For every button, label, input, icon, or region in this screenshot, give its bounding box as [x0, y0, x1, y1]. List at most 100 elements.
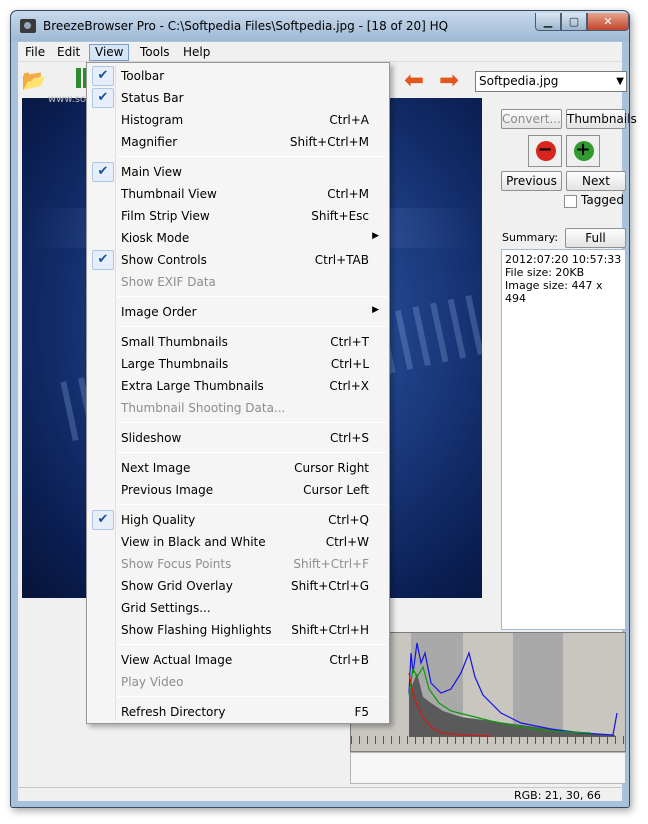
rotate-left-button[interactable]: − — [528, 135, 562, 167]
menu-show-controls[interactable]: ✔ Show Controls Ctrl+TAB — [89, 249, 387, 271]
menu-previous-image[interactable]: Previous Image Cursor Left — [89, 479, 387, 501]
menu-item-shortcut: Ctrl+Q — [328, 513, 369, 527]
menu-high-quality[interactable]: ✔ High Quality Ctrl+Q — [89, 509, 387, 531]
menu-separator — [117, 504, 387, 505]
menu-separator — [117, 696, 387, 697]
menu-item-label: Small Thumbnails — [121, 335, 228, 349]
check-icon: ✔ — [92, 510, 114, 530]
summary-file-size: File size: 20KB — [505, 266, 585, 279]
open-folder-icon[interactable]: 📂 — [21, 68, 47, 92]
summary-date: 2012:07:20 10:57:33 — [505, 253, 622, 266]
menu-separator — [117, 452, 387, 453]
menu-edit[interactable]: Edit — [52, 44, 85, 61]
menu-item-label: Show EXIF Data — [121, 275, 216, 289]
menu-thumbnail-shooting-data: Thumbnail Shooting Data... — [89, 397, 387, 419]
summary-label: Summary: — [502, 231, 559, 244]
rotate-right-symbol: + — [575, 139, 591, 160]
menu-tools[interactable]: Tools — [135, 44, 175, 61]
menu-item-shortcut: Cursor Right — [294, 461, 369, 475]
menu-status-bar[interactable]: ✔ Status Bar — [89, 87, 387, 109]
menu-item-shortcut: Shift+Ctrl+H — [291, 623, 369, 637]
menu-file[interactable]: File — [20, 44, 50, 61]
histogram-panel — [350, 632, 626, 752]
menu-view-actual-image[interactable]: View Actual Image Ctrl+B — [89, 649, 387, 671]
menu-item-label: Thumbnail View — [121, 187, 217, 201]
next-arrow-icon[interactable]: ➡ — [436, 68, 462, 92]
menu-histogram[interactable]: Histogram Ctrl+A — [89, 109, 387, 131]
menu-item-label: Extra Large Thumbnails — [121, 379, 264, 393]
menu-show-grid-overlay[interactable]: Show Grid Overlay Shift+Ctrl+G — [89, 575, 387, 597]
menu-item-label: Show Grid Overlay — [121, 579, 233, 593]
title-bar[interactable]: BreezeBrowser Pro - C:\Softpedia Files\S… — [11, 11, 629, 41]
menu-item-label: Main View — [121, 165, 182, 179]
menu-refresh-directory[interactable]: Refresh Directory F5 — [89, 701, 387, 723]
camera-icon — [20, 19, 36, 33]
submenu-arrow-icon: ▶ — [372, 231, 379, 241]
menu-grid-settings[interactable]: Grid Settings... — [89, 597, 387, 619]
menu-item-shortcut: F5 — [354, 705, 369, 719]
menu-item-label: High Quality — [121, 513, 196, 527]
previous-arrow-icon[interactable]: ⬅ — [401, 68, 427, 92]
full-details-button[interactable]: Full Details — [565, 228, 626, 263]
menu-magnifier[interactable]: Magnifier Shift+Ctrl+M — [89, 131, 387, 153]
summary-panel: 2012:07:20 10:57:33 File size: 20KB Imag… — [501, 249, 626, 630]
histogram-graph — [408, 642, 618, 737]
menu-item-shortcut: Shift+Ctrl+F — [293, 557, 369, 571]
menu-view[interactable]: View — [89, 44, 130, 61]
minimize-button[interactable]: ▁ — [535, 13, 561, 31]
menu-item-label: Show Controls — [121, 253, 207, 267]
menu-show-focus-points: Show Focus Points Shift+Ctrl+F — [89, 553, 387, 575]
histogram-luminance — [409, 673, 615, 737]
menu-item-label: Previous Image — [121, 483, 214, 497]
file-selector-value: Softpedia.jpg — [479, 74, 559, 88]
menu-item-label: Refresh Directory — [121, 705, 226, 719]
file-selector[interactable]: Softpedia.jpg ▼ — [475, 71, 627, 92]
previous-button[interactable]: Previous — [501, 171, 562, 191]
submenu-arrow-icon: ▶ — [372, 305, 379, 315]
menu-thumbnail-view[interactable]: Thumbnail View Ctrl+M — [89, 183, 387, 205]
menu-show-flashing-highlights[interactable]: Show Flashing Highlights Shift+Ctrl+H — [89, 619, 387, 641]
menu-item-label: Status Bar — [121, 91, 184, 105]
chevron-down-icon: ▼ — [616, 76, 624, 87]
menu-item-shortcut: Ctrl+A — [329, 113, 369, 127]
convert-button[interactable]: Convert... — [501, 109, 562, 129]
menu-item-shortcut: Ctrl+M — [327, 187, 369, 201]
menu-extra-large-thumbnails[interactable]: Extra Large Thumbnails Ctrl+X — [89, 375, 387, 397]
window-title: BreezeBrowser Pro - C:\Softpedia Files\S… — [43, 19, 449, 33]
checkbox-box[interactable] — [564, 195, 577, 208]
next-button[interactable]: Next — [566, 171, 626, 191]
rgb-readout: RGB: 21, 30, 66 — [514, 789, 601, 802]
menu-small-thumbnails[interactable]: Small Thumbnails Ctrl+T — [89, 331, 387, 353]
menu-main-view[interactable]: ✔ Main View — [89, 161, 387, 183]
tagged-label: Tagged — [581, 193, 624, 207]
menu-separator — [117, 422, 387, 423]
menu-large-thumbnails[interactable]: Large Thumbnails Ctrl+L — [89, 353, 387, 375]
menu-item-label: Grid Settings... — [121, 601, 211, 615]
menu-image-order[interactable]: Image Order ▶ — [89, 301, 387, 323]
histogram-ticks — [351, 736, 625, 744]
menu-separator — [117, 644, 387, 645]
view-menu-dropdown: ✔ Toolbar ✔ Status Bar Histogram Ctrl+A … — [86, 62, 390, 724]
rotate-right-button[interactable]: + — [566, 135, 600, 167]
menu-item-label: Play Video — [121, 675, 184, 689]
menu-film-strip-view[interactable]: Film Strip View Shift+Esc — [89, 205, 387, 227]
menu-item-label: Kiosk Mode — [121, 231, 190, 245]
menu-item-shortcut: Shift+Ctrl+M — [289, 135, 369, 149]
menu-kiosk-mode[interactable]: Kiosk Mode ▶ — [89, 227, 387, 249]
menu-item-label: Next Image — [121, 461, 191, 475]
thumbnails-button[interactable]: Thumbnails — [566, 109, 637, 129]
menu-next-image[interactable]: Next Image Cursor Right — [89, 457, 387, 479]
menu-item-shortcut: Ctrl+T — [330, 335, 369, 349]
menu-item-label: Magnifier — [121, 135, 178, 149]
menu-help[interactable]: Help — [178, 44, 215, 61]
menu-toolbar[interactable]: ✔ Toolbar — [89, 65, 387, 87]
menu-item-shortcut: Shift+Esc — [311, 209, 369, 223]
menu-item-label: View in Black and White — [121, 535, 266, 549]
menu-item-label: Show Focus Points — [121, 557, 232, 571]
menu-slideshow[interactable]: Slideshow Ctrl+S — [89, 427, 387, 449]
maximize-button[interactable]: ▢ — [561, 13, 587, 31]
menu-play-video: Play Video — [89, 671, 387, 693]
close-button[interactable]: ✕ — [587, 13, 629, 31]
menu-show-exif-data: Show EXIF Data — [89, 271, 387, 293]
menu-black-and-white[interactable]: View in Black and White Ctrl+W — [89, 531, 387, 553]
